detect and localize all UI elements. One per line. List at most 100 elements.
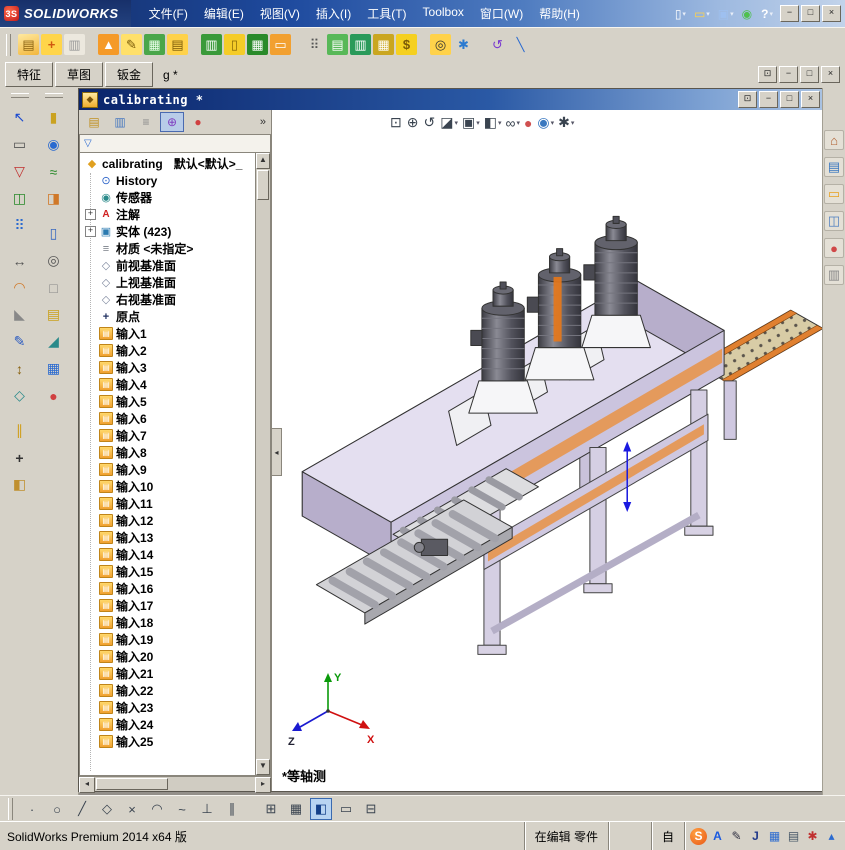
child-close-button[interactable]: × [801, 91, 820, 108]
tree-item[interactable]: 输入6 [85, 410, 255, 427]
shaded-with-edges-icon[interactable]: ◧ [310, 798, 332, 820]
customize-label[interactable]: 自 [650, 822, 684, 850]
revolved-boss-icon[interactable]: ◉ [42, 133, 65, 156]
sketch-line-icon[interactable]: ╲ [510, 34, 531, 55]
dimxpertmanager-tab[interactable]: ⊕ [160, 112, 184, 132]
extruded-cut-icon[interactable]: ▯ [42, 222, 65, 245]
tree-item[interactable]: + 实体 (423) [85, 223, 255, 240]
menu-item[interactable]: 编辑(E) [196, 1, 252, 26]
tree-item[interactable]: 输入1 [85, 325, 255, 342]
tree-item[interactable]: 输入8 [85, 444, 255, 461]
find-reference-icon[interactable]: ◎ [430, 34, 451, 55]
tree-item[interactable]: 输入7 [85, 427, 255, 444]
view-settings-icon[interactable]: ✱ ▾ [558, 114, 574, 131]
scroll-down-icon[interactable]: ▼ [256, 759, 270, 775]
tree-root-item[interactable]: calibrating 默认<默认>_ [85, 155, 255, 172]
measure-icon[interactable]: + [8, 446, 31, 469]
chamfer-icon[interactable]: ◣ [8, 303, 31, 326]
tree-item[interactable]: 输入15 [85, 563, 255, 580]
sketch-icon[interactable]: ✎ [8, 330, 31, 353]
chevron-right-icon[interactable]: » [260, 116, 268, 128]
tree-item[interactable]: 输入11 [85, 495, 255, 512]
tree-item[interactable]: 材质 <未指定> [85, 240, 255, 257]
tree-item[interactable]: 输入23 [85, 699, 255, 716]
section-view-icon[interactable]: ◧ [8, 473, 31, 496]
tree-item[interactable]: 输入14 [85, 546, 255, 563]
menu-item[interactable]: 插入(I) [308, 1, 359, 26]
display-style-icon[interactable]: ◧ ▾ [484, 114, 502, 131]
tree-filter-bar[interactable]: ▽ [79, 134, 271, 152]
propertymanager-tab[interactable]: ▥ [108, 112, 132, 132]
select-icon[interactable]: ↖ [8, 106, 31, 129]
ecalc-icon[interactable]: ▦ [373, 34, 394, 55]
trim-icon[interactable]: × [121, 798, 143, 820]
open-icon[interactable]: ▭ ▾ [691, 6, 713, 22]
tree-item[interactable]: 输入4 [85, 376, 255, 393]
command-tab[interactable]: 草图 [55, 62, 104, 87]
menu-item[interactable]: Toolbox [415, 1, 472, 26]
linear-pattern-icon[interactable]: ⠿ [8, 214, 31, 237]
ime-settings-icon[interactable]: ✱ [804, 828, 821, 845]
hide-show-items-icon[interactable]: ∞ ▾ [505, 115, 520, 131]
convert-entities-icon[interactable]: ◇ [8, 384, 31, 407]
hole-wizard-icon[interactable]: ◎ [42, 249, 65, 272]
toolbar-grip[interactable] [10, 93, 29, 98]
ime-brush-icon[interactable]: ✎ [728, 828, 745, 845]
view-grid-icon[interactable]: ⠿ [304, 34, 325, 55]
column-set-icon[interactable]: ▯ [224, 34, 245, 55]
tree-item[interactable]: 输入13 [85, 529, 255, 546]
wireframe-icon[interactable]: ▭ [335, 798, 357, 820]
ime-keyboard-icon[interactable]: ▤ [785, 828, 802, 845]
scroll-left-icon[interactable]: ◂ [79, 777, 95, 793]
scrollbar-track[interactable] [169, 777, 255, 791]
undo-icon[interactable]: ↺ [487, 34, 508, 55]
previous-view-icon[interactable]: ↺ [423, 114, 436, 131]
export-icon[interactable]: ▥ [350, 34, 371, 55]
tree-horizontal-scrollbar[interactable]: ◂ ▸ [79, 776, 271, 793]
edit-appearance-icon[interactable]: ● [524, 115, 533, 131]
section-view-icon[interactable]: ◪ ▾ [440, 114, 458, 131]
copy-document-icon[interactable]: ▤ [167, 34, 188, 55]
apply-scene-icon[interactable]: ◉ ▾ [537, 114, 554, 131]
design-binder-icon[interactable]: ▦ [144, 34, 165, 55]
menu-item[interactable]: 窗口(W) [472, 1, 531, 26]
featuremanager-tab[interactable]: ▤ [82, 112, 106, 132]
move-entities-icon[interactable]: ↔ [8, 249, 31, 272]
scrollbar-thumb[interactable] [257, 170, 269, 200]
tree-item[interactable]: 输入24 [85, 716, 255, 733]
rebuild-icon[interactable]: ◉ [739, 6, 756, 22]
zoom-fit-icon[interactable]: ⊡ [390, 114, 403, 131]
tree-item[interactable]: 输入19 [85, 631, 255, 648]
tree-item[interactable]: 传感器 [85, 189, 255, 206]
child-minimize-button[interactable]: − [759, 91, 778, 108]
costing-icon[interactable]: $ [396, 34, 417, 55]
tree-item[interactable]: 输入2 [85, 342, 255, 359]
tree-item[interactable]: 右视基准面 [85, 291, 255, 308]
tree-item[interactable]: History [85, 172, 255, 189]
swept-boss-icon[interactable]: ≈ [42, 160, 65, 183]
tree-item[interactable]: 输入16 [85, 580, 255, 597]
tree-vertical-scrollbar[interactable]: ▲ ▼ [255, 153, 270, 775]
configurationmanager-tab[interactable]: ≡ [134, 112, 158, 132]
scrollbar-thumb[interactable] [96, 778, 168, 790]
tray-collapse-icon[interactable]: ▴ [823, 828, 840, 845]
spline-icon[interactable]: ~ [171, 798, 193, 820]
scroll-up-icon[interactable]: ▲ [256, 153, 270, 169]
selection-filter-icon[interactable]: ▽ [8, 160, 31, 183]
tree-item[interactable]: 输入9 [85, 461, 255, 478]
help-icon[interactable]: ? ▾ [758, 6, 776, 22]
expander-icon[interactable]: + [85, 226, 96, 237]
menu-item[interactable]: 工具(T) [359, 1, 414, 26]
tree-item[interactable]: 输入25 [85, 733, 255, 750]
doc-close-button[interactable]: × [821, 66, 840, 83]
custom-properties-icon[interactable]: ▥ [824, 265, 844, 285]
new-window-icon[interactable]: + [41, 34, 62, 55]
snap-grid-icon[interactable]: ▦ [285, 798, 307, 820]
line-icon[interactable]: ╱ [71, 798, 93, 820]
filter-funnel-icon[interactable]: ▽ [84, 138, 92, 149]
menu-item[interactable]: 帮助(H) [531, 1, 588, 26]
shell-icon[interactable]: □ [42, 276, 65, 299]
mirror-entities-icon[interactable]: ◫ [8, 187, 31, 210]
table-icon[interactable]: ▦ [247, 34, 268, 55]
rib-icon[interactable]: ▤ [42, 303, 65, 326]
